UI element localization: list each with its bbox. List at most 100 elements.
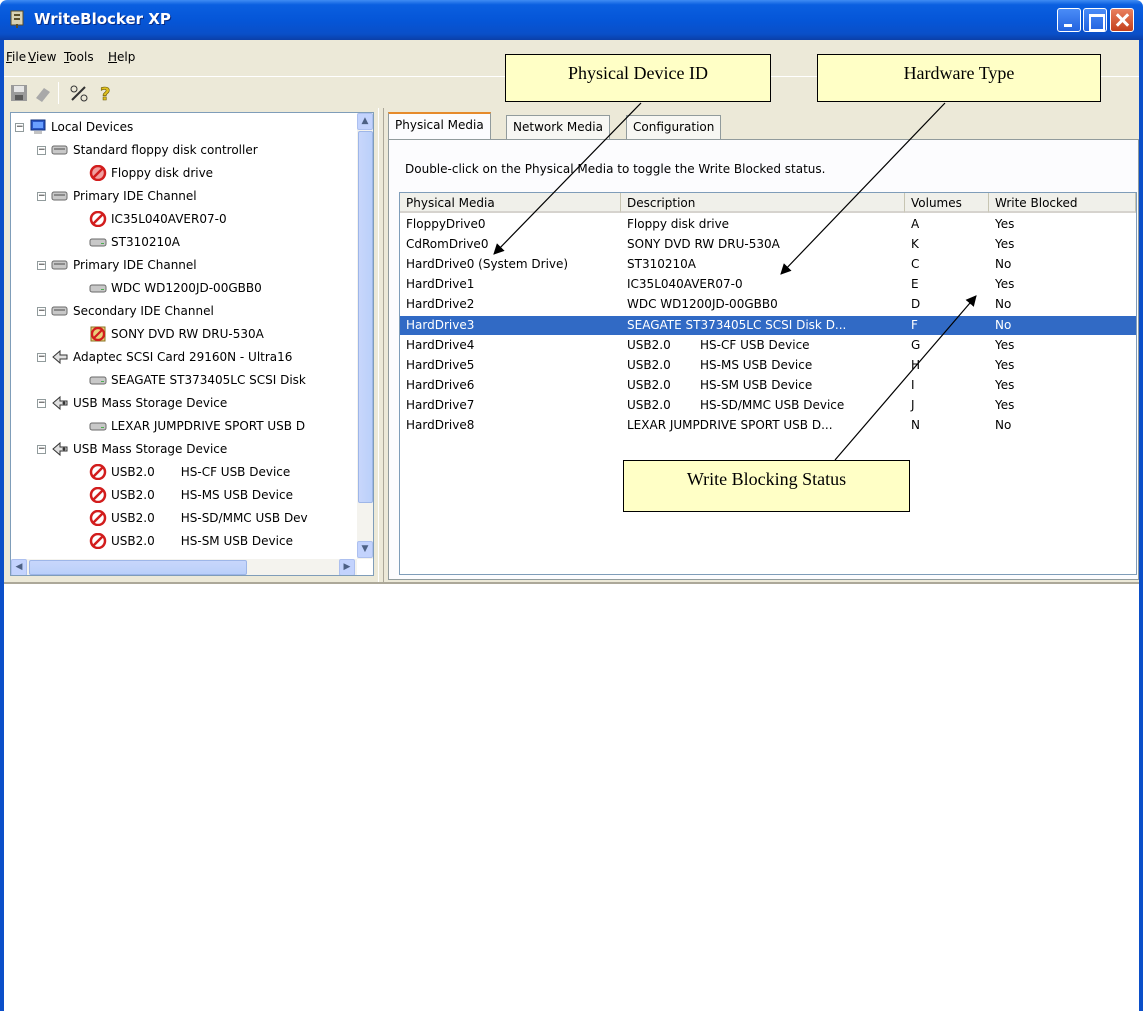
device-tree[interactable]: − Local Devices − Standard floppy disk co… <box>10 112 374 576</box>
collapse-icon[interactable]: − <box>37 145 46 155</box>
table-row[interactable]: CdRomDrive0 SONY DVD RW DRU-530A K Yes <box>400 235 1136 254</box>
table-row[interactable]: HardDrive2 WDC WD1200JD-00GBB0 D No <box>400 295 1136 314</box>
svg-text:?: ? <box>100 84 110 104</box>
eraser-icon[interactable] <box>32 82 54 104</box>
tree-device-node[interactable]: ST310210A <box>89 232 180 252</box>
table-row[interactable]: HardDrive7 USB2.0 HS-SD/MMC USB Device J Yes <box>400 396 1136 415</box>
tree-node-extra-label: HS-MS USB Device <box>180 488 293 502</box>
cell-volumes: F <box>911 317 918 332</box>
scroll-right-icon[interactable]: ▶ <box>339 559 355 575</box>
controller-icon <box>51 145 68 155</box>
tree-device-node[interactable]: Floppy disk drive <box>89 163 213 183</box>
tree-device-node[interactable]: LEXAR JUMPDRIVE SPORT USB D <box>89 416 305 436</box>
maximize-button[interactable] <box>1083 8 1107 32</box>
table-row[interactable]: FloppyDrive0 Floppy disk drive A Yes <box>400 215 1136 234</box>
column-write-blocked[interactable]: Write Blocked <box>989 193 1136 213</box>
help-icon[interactable]: ? <box>94 82 116 104</box>
blocked-icon <box>89 211 107 227</box>
tree-device-node[interactable]: WDC WD1200JD-00GBB0 <box>89 278 262 298</box>
scroll-down-icon[interactable]: ▼ <box>357 541 373 558</box>
controller-icon <box>51 306 68 316</box>
collapse-icon[interactable]: − <box>37 444 46 454</box>
table-row[interactable]: HardDrive3 SEAGATE ST373405LC SCSI Disk D… <box>400 315 1136 335</box>
disk-icon <box>89 376 107 385</box>
tree-group-node[interactable]: − Standard floppy disk controller <box>37 140 258 160</box>
cell-description: IC35L040AVER07-0 <box>627 277 743 292</box>
tree-node-label: Standard floppy disk controller <box>73 143 258 157</box>
tree-group-node[interactable]: − USB Mass Storage Device <box>37 439 227 459</box>
instruction-text: Double-click on the Physical Media to to… <box>405 162 826 176</box>
media-list[interactable]: Physical Media Description Volumes Write… <box>399 192 1137 575</box>
tree-device-node[interactable]: USB2.0 HS-SM USB Device <box>89 531 293 551</box>
callout-physical-device-id: Physical Device ID <box>505 54 771 102</box>
tree-root[interactable]: − Local Devices <box>15 117 133 137</box>
cell-write-blocked: Yes <box>995 377 1015 392</box>
toolbar-separator <box>58 82 59 104</box>
tab-configuration[interactable]: Configuration <box>626 115 722 139</box>
collapse-icon[interactable]: − <box>37 306 46 316</box>
table-row[interactable]: HardDrive5 USB2.0 HS-MS USB Device H Yes <box>400 356 1136 375</box>
minimize-button[interactable] <box>1057 8 1081 32</box>
tree-group-node[interactable]: − Primary IDE Channel <box>37 255 197 275</box>
disk-icon <box>89 238 107 247</box>
cell-volumes: C <box>911 257 920 272</box>
tree-device-node[interactable]: USB2.0 HS-SD/MMC USB Dev <box>89 508 308 528</box>
menu-view[interactable]: View <box>28 50 56 64</box>
tree-device-node[interactable]: SEAGATE ST373405LC SCSI Disk <box>89 370 306 390</box>
computer-icon <box>30 119 46 134</box>
cell-physical-media: HardDrive6 <box>406 377 475 392</box>
cell-volumes: D <box>911 297 921 312</box>
tree-node-label: WDC WD1200JD-00GBB0 <box>111 281 262 295</box>
tools-icon[interactable] <box>68 82 90 104</box>
collapse-icon[interactable]: − <box>37 260 46 270</box>
tree-node-label: LEXAR JUMPDRIVE SPORT USB D <box>111 419 306 433</box>
tree-device-node[interactable]: USB2.0 HS-CF USB Device <box>89 462 290 482</box>
tree-node-extra-label: HS-CF USB Device <box>180 465 291 479</box>
column-physical-media[interactable]: Physical Media <box>400 193 621 213</box>
tab-network-media[interactable]: Network Media <box>506 115 610 139</box>
tree-group-node[interactable]: − USB Mass Storage Device <box>37 393 227 413</box>
column-description[interactable]: Description <box>621 193 905 213</box>
tree-hscroll-thumb[interactable] <box>29 560 247 575</box>
collapse-icon[interactable]: − <box>37 352 46 362</box>
collapse-icon[interactable]: − <box>37 191 46 201</box>
tree-vscroll-thumb[interactable] <box>358 131 373 503</box>
cell-description-detail: HS-MS USB Device <box>700 357 813 372</box>
tree-horizontal-scrollbar[interactable]: ◀ ▶ <box>11 559 357 575</box>
cell-description: USB2.0 <box>627 337 671 352</box>
tree-group-node[interactable]: − Secondary IDE Channel <box>37 301 214 321</box>
tree-group-node[interactable]: − Primary IDE Channel <box>37 186 197 206</box>
menu-tools[interactable]: Tools <box>64 50 94 64</box>
cell-write-blocked: Yes <box>995 397 1015 412</box>
cell-physical-media: FloppyDrive0 <box>406 217 486 231</box>
collapse-icon[interactable]: − <box>37 398 46 408</box>
tree-device-node[interactable]: SONY DVD RW DRU-530A <box>89 324 264 344</box>
pane-splitter[interactable] <box>378 108 384 582</box>
callout-hardware-type: Hardware Type <box>817 54 1101 102</box>
save-icon[interactable] <box>8 82 30 104</box>
tree-device-node[interactable]: IC35L040AVER07-0 <box>89 209 227 229</box>
table-row[interactable]: HardDrive4 USB2.0 HS-CF USB Device G Yes <box>400 336 1136 355</box>
menu-help[interactable]: Help <box>108 50 135 64</box>
tab-physical-media[interactable]: Physical Media <box>388 112 491 140</box>
table-row[interactable]: HardDrive6 USB2.0 HS-SM USB Device I Yes <box>400 376 1136 395</box>
cell-description: SONY DVD RW DRU-530A <box>627 237 780 252</box>
scroll-up-icon[interactable]: ▲ <box>357 113 373 130</box>
title-bar[interactable]: WriteBlocker XP <box>0 0 1143 40</box>
cell-description: WDC WD1200JD-00GBB0 <box>627 297 778 312</box>
cell-description-detail: HS-SM USB Device <box>700 377 813 392</box>
tree-node-label: Primary IDE Channel <box>73 189 197 203</box>
tree-node-label: USB Mass Storage Device <box>73 396 228 410</box>
scroll-left-icon[interactable]: ◀ <box>11 559 27 575</box>
table-row[interactable]: HardDrive8 LEXAR JUMPDRIVE SPORT USB D...… <box>400 416 1136 435</box>
table-row[interactable]: HardDrive0 (System Drive) ST310210A C No <box>400 255 1136 274</box>
menu-file[interactable]: File <box>6 50 26 64</box>
column-volumes[interactable]: Volumes <box>905 193 989 213</box>
collapse-icon[interactable]: − <box>15 122 24 132</box>
cell-description: LEXAR JUMPDRIVE SPORT USB D... <box>627 418 833 432</box>
tree-vertical-scrollbar[interactable]: ▲ ▼ <box>357 113 373 559</box>
tree-group-node[interactable]: − Adaptec SCSI Card 29160N - Ultra16 <box>37 347 292 367</box>
tree-device-node[interactable]: USB2.0 HS-MS USB Device <box>89 485 293 505</box>
table-row[interactable]: HardDrive1 IC35L040AVER07-0 E Yes <box>400 275 1136 294</box>
close-button[interactable] <box>1110 8 1134 32</box>
